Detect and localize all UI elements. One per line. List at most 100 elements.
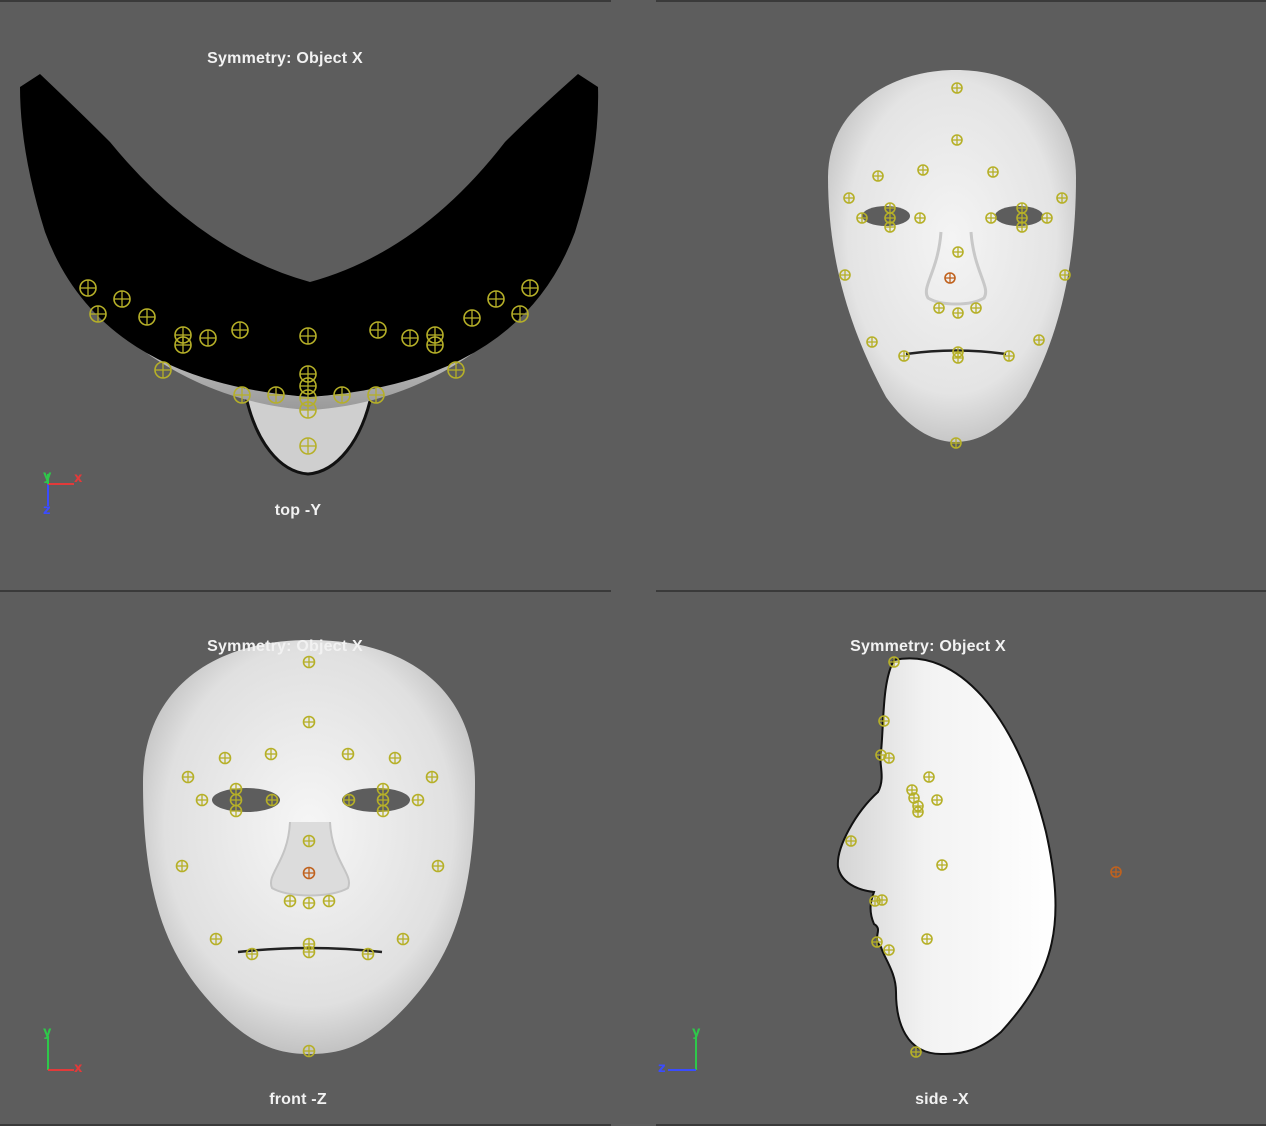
locator-icon[interactable] — [302, 945, 316, 959]
locator-icon[interactable] — [931, 794, 943, 806]
locator-icon[interactable] — [89, 305, 107, 323]
locator-icon[interactable] — [917, 164, 929, 176]
locator-icon[interactable] — [283, 894, 297, 908]
locator-icon[interactable] — [898, 350, 910, 362]
locator-icon[interactable] — [245, 947, 259, 961]
locator-icon[interactable] — [231, 321, 249, 339]
locator-icon[interactable] — [447, 361, 465, 379]
locator-icon[interactable] — [174, 336, 192, 354]
locator-icon[interactable] — [912, 806, 924, 818]
locator-icon[interactable] — [411, 793, 425, 807]
locator-icon[interactable] — [1110, 866, 1122, 878]
locator-icon[interactable] — [361, 947, 375, 961]
side-view-canvas[interactable] — [656, 592, 1266, 1124]
locator-icon[interactable] — [299, 327, 317, 345]
locator-icon[interactable] — [401, 329, 419, 347]
viewport-perspective[interactable] — [656, 2, 1266, 590]
locator-icon[interactable] — [299, 401, 317, 419]
locator-icon[interactable] — [511, 305, 529, 323]
locator-icon[interactable] — [209, 932, 223, 946]
locator-icon[interactable] — [265, 793, 279, 807]
locator-icon[interactable] — [302, 866, 316, 880]
locator-icon[interactable] — [936, 859, 948, 871]
locator-icon[interactable] — [985, 212, 997, 224]
locator-icon[interactable] — [299, 437, 317, 455]
locator-icon[interactable] — [944, 272, 956, 284]
locator-icon[interactable] — [181, 770, 195, 784]
locator-icon[interactable] — [950, 437, 962, 449]
locator-icon[interactable] — [883, 944, 895, 956]
locator-icon[interactable] — [302, 1044, 316, 1058]
locator-icon[interactable] — [884, 202, 896, 214]
locator-icon[interactable] — [396, 932, 410, 946]
locator-icon[interactable] — [1016, 221, 1028, 233]
locator-icon[interactable] — [376, 782, 390, 796]
locator-icon[interactable] — [856, 212, 868, 224]
locator-icon[interactable] — [1041, 212, 1053, 224]
locator-icon[interactable] — [376, 804, 390, 818]
locator-icon[interactable] — [1003, 350, 1015, 362]
locator-icon[interactable] — [951, 134, 963, 146]
locator-icon[interactable] — [845, 835, 857, 847]
locator-icon[interactable] — [872, 170, 884, 182]
locator-icon[interactable] — [871, 936, 883, 948]
locator-icon[interactable] — [933, 302, 945, 314]
perspective-view-canvas[interactable] — [656, 2, 1266, 590]
locator-icon[interactable] — [1033, 334, 1045, 346]
locator-icon[interactable] — [426, 336, 444, 354]
locator-icon[interactable] — [229, 804, 243, 818]
locator-icon[interactable] — [970, 302, 982, 314]
locator-icon[interactable] — [888, 656, 900, 668]
locator-icon[interactable] — [302, 834, 316, 848]
locator-icon[interactable] — [487, 290, 505, 308]
locator-icon[interactable] — [1016, 202, 1028, 214]
locator-icon[interactable] — [425, 770, 439, 784]
locator-icon[interactable] — [369, 321, 387, 339]
locator-icon[interactable] — [376, 793, 390, 807]
locator-icon[interactable] — [521, 279, 539, 297]
locator-icon[interactable] — [267, 386, 285, 404]
locator-icon[interactable] — [1056, 192, 1068, 204]
locator-icon[interactable] — [333, 386, 351, 404]
locator-icon[interactable] — [175, 859, 189, 873]
locator-icon[interactable] — [79, 279, 97, 297]
locator-icon[interactable] — [113, 290, 131, 308]
locator-icon[interactable] — [910, 1046, 922, 1058]
locator-icon[interactable] — [431, 859, 445, 873]
locator-icon[interactable] — [866, 336, 878, 348]
locator-icon[interactable] — [876, 894, 888, 906]
locator-icon[interactable] — [952, 307, 964, 319]
locator-icon[interactable] — [921, 933, 933, 945]
locator-icon[interactable] — [264, 747, 278, 761]
locator-icon[interactable] — [952, 246, 964, 258]
locator-icon[interactable] — [923, 771, 935, 783]
locator-icon[interactable] — [952, 352, 964, 364]
locator-icon[interactable] — [843, 192, 855, 204]
locator-icon[interactable] — [878, 715, 890, 727]
locator-icon[interactable] — [839, 269, 851, 281]
locator-icon[interactable] — [951, 82, 963, 94]
locator-icon[interactable] — [302, 896, 316, 910]
locator-icon[interactable] — [233, 386, 251, 404]
locator-icon[interactable] — [302, 715, 316, 729]
locator-icon[interactable] — [914, 212, 926, 224]
locator-icon[interactable] — [154, 361, 172, 379]
locator-icon[interactable] — [884, 221, 896, 233]
locator-icon[interactable] — [463, 309, 481, 327]
locator-icon[interactable] — [341, 747, 355, 761]
locator-icon[interactable] — [1059, 269, 1071, 281]
viewport-side[interactable]: Symmetry: Object X side -X y z — [656, 592, 1266, 1124]
locator-icon[interactable] — [138, 308, 156, 326]
locator-icon[interactable] — [987, 166, 999, 178]
viewport-top[interactable]: Symmetry: Object X top -Y y x z — [0, 2, 611, 590]
locator-icon[interactable] — [229, 782, 243, 796]
locator-icon[interactable] — [322, 894, 336, 908]
viewport-front[interactable]: Symmetry: Object X front -Z y x — [0, 592, 611, 1124]
locator-icon[interactable] — [229, 793, 243, 807]
locator-icon[interactable] — [218, 751, 232, 765]
locator-icon[interactable] — [342, 793, 356, 807]
locator-icon[interactable] — [302, 655, 316, 669]
locator-icon[interactable] — [883, 752, 895, 764]
locator-icon[interactable] — [195, 793, 209, 807]
locator-icon[interactable] — [199, 329, 217, 347]
